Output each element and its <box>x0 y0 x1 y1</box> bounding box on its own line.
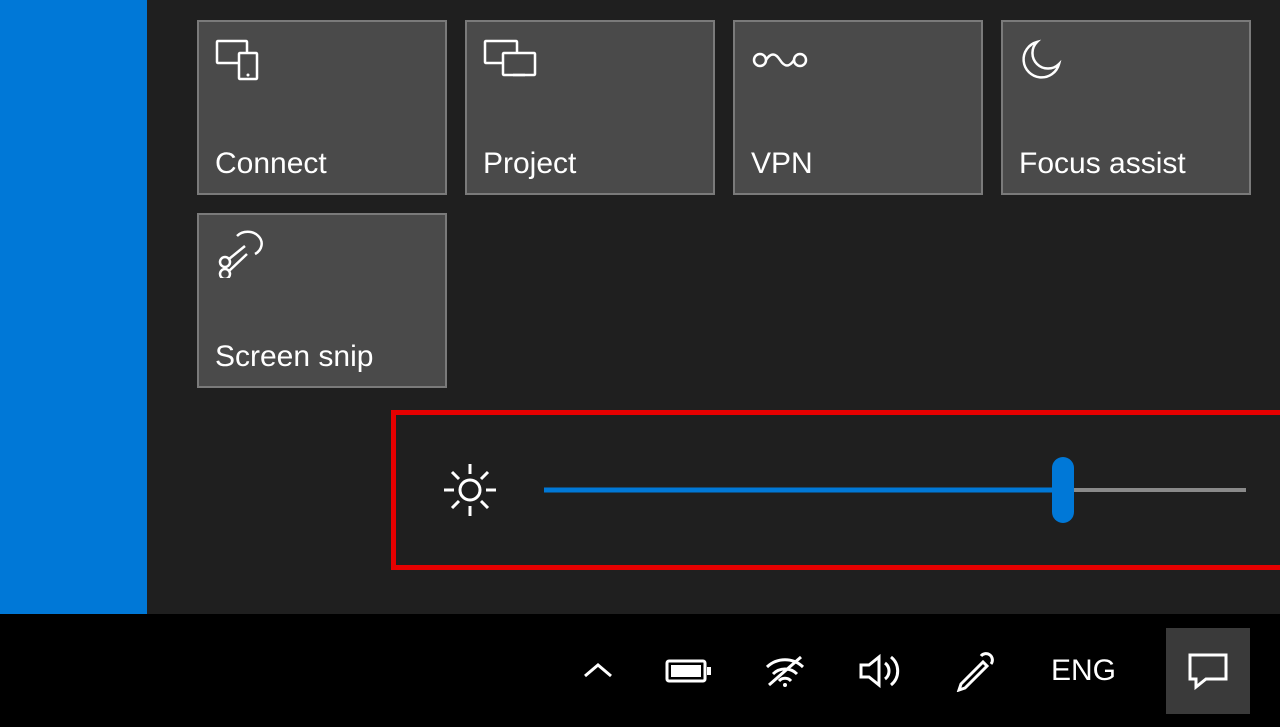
brightness-highlight-box <box>391 410 1280 570</box>
tray-overflow-icon[interactable] <box>581 660 615 682</box>
slider-track-fill <box>544 488 1063 493</box>
volume-icon[interactable] <box>857 651 903 691</box>
tile-label: VPN <box>751 147 965 181</box>
system-tray: ENG <box>581 650 1116 692</box>
quick-action-tiles: Connect Project VPN <box>197 20 1251 388</box>
taskbar: ENG <box>0 614 1280 727</box>
tile-vpn[interactable]: VPN <box>733 20 983 195</box>
connect-icon <box>215 36 429 84</box>
tile-project[interactable]: Project <box>465 20 715 195</box>
tile-focus-assist[interactable]: Focus assist <box>1001 20 1251 195</box>
moon-icon <box>1019 36 1233 84</box>
brightness-slider[interactable] <box>544 487 1246 493</box>
left-accent-bar <box>0 0 147 614</box>
tile-label: Focus assist <box>1019 147 1233 181</box>
action-center-panel: Connect Project VPN <box>147 0 1280 614</box>
language-indicator[interactable]: ENG <box>1051 654 1116 688</box>
project-icon <box>483 36 697 84</box>
wifi-icon[interactable] <box>763 653 807 689</box>
tile-label: Connect <box>215 147 429 181</box>
snip-icon <box>215 229 429 277</box>
slider-thumb[interactable] <box>1052 457 1074 523</box>
battery-icon[interactable] <box>665 657 713 685</box>
action-center-button[interactable] <box>1166 628 1250 714</box>
brightness-icon <box>440 460 500 520</box>
tile-label: Screen snip <box>215 340 429 374</box>
vpn-icon <box>751 36 965 84</box>
tile-label: Project <box>483 147 697 181</box>
pen-icon[interactable] <box>953 650 995 692</box>
tile-connect[interactable]: Connect <box>197 20 447 195</box>
tile-screen-snip[interactable]: Screen snip <box>197 213 447 388</box>
